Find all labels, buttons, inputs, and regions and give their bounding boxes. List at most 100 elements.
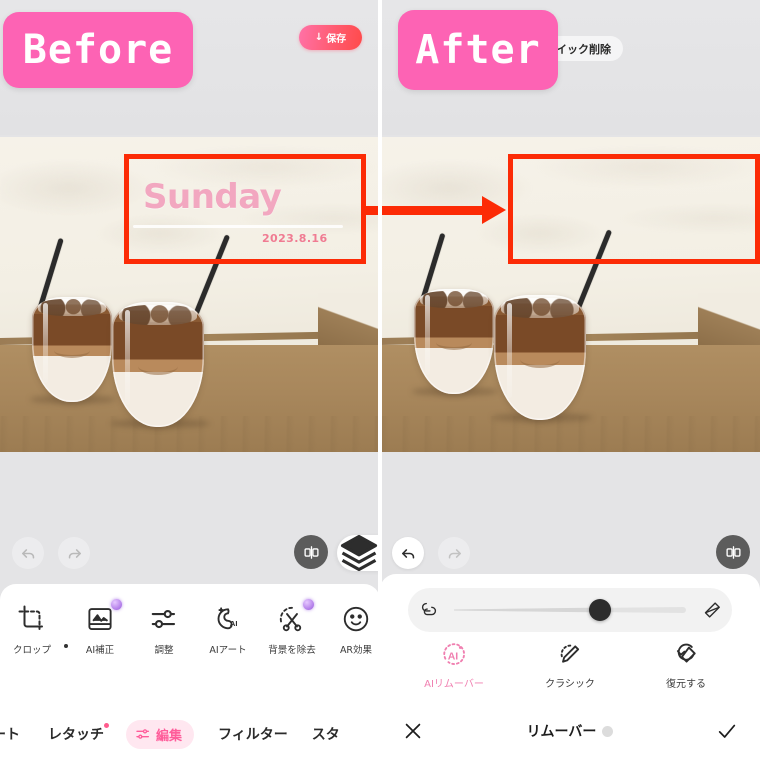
ai-badge — [111, 599, 122, 610]
tool-ai-enhance[interactable]: AI補正 — [68, 590, 132, 678]
eraser-icon[interactable] — [690, 599, 732, 621]
edit-sliders-icon — [136, 729, 149, 739]
glass-right-ice — [119, 304, 197, 325]
adjust-sliders-icon — [149, 604, 179, 634]
save-button-label: 保存 — [326, 34, 347, 45]
mode-classic-label: クラシック — [545, 679, 595, 690]
slider-thumb[interactable] — [588, 599, 611, 621]
tool-ai-art[interactable]: AI AIアート — [196, 590, 260, 678]
compare-button[interactable] — [294, 535, 328, 569]
glass-right-swirl — [519, 350, 561, 368]
mode-restore[interactable]: 復元する — [649, 640, 723, 702]
nav-item-retouch-label: レタッチ — [48, 727, 104, 743]
undo-arrow-icon — [401, 548, 414, 559]
nav-item-filter[interactable]: フィルター — [218, 724, 288, 744]
ai-badge — [303, 599, 314, 610]
ai-art-icon: AI — [213, 604, 243, 634]
brush-size-slider[interactable] — [408, 588, 732, 632]
mode-ai-remover[interactable]: AI AIリムーバー — [417, 640, 491, 702]
remover-confirm-bar: リムーバー — [380, 714, 760, 748]
mode-ai-remover-label: AIリムーバー — [424, 679, 484, 690]
retouch-new-dot — [104, 723, 109, 728]
glass-left-swirl — [436, 335, 472, 350]
nav-item-filter-label: フィルター — [218, 727, 288, 743]
ar-effect-smiley-icon — [341, 604, 371, 634]
tool-ar-effect[interactable]: AR効果 — [324, 590, 380, 678]
nav-item-template-label: レート — [0, 727, 20, 743]
transition-arrow-head — [482, 196, 506, 224]
glass-left-ice — [38, 299, 106, 316]
after-panel: イック削除 AI AIリムーバー クラシック 復元する リムーバー — [380, 0, 760, 760]
info-dot-icon[interactable] — [602, 725, 614, 737]
remove-background-scissors-icon — [277, 599, 314, 634]
nav-item-sticker-label: スタ — [311, 727, 340, 743]
glass-left — [414, 289, 494, 394]
remover-bottom-sheet: AI AIリムーバー クラシック 復元する リムーバー — [380, 574, 760, 760]
nav-item-retouch[interactable]: レタッチ — [48, 723, 109, 744]
glass-right — [112, 302, 204, 427]
glass-right-shine — [124, 309, 130, 405]
undo-arrow-icon — [21, 548, 34, 559]
tool-crop[interactable]: クロップ — [0, 590, 64, 678]
redo-button[interactable] — [438, 537, 470, 569]
remover-title: リムーバー — [526, 724, 597, 740]
restore-brush-icon — [676, 643, 696, 663]
photo-table-corner — [698, 292, 760, 345]
glass-right-shine — [506, 302, 512, 398]
nav-item-template[interactable]: レート — [0, 724, 20, 744]
glass-left-swirl — [54, 343, 90, 358]
before-history-row — [0, 532, 380, 582]
remover-mode-strip[interactable]: AI AIリムーバー クラシック 復元する — [380, 640, 760, 702]
glass-left-body — [32, 297, 112, 402]
tool-ai-enhance-label: AI補正 — [85, 645, 115, 656]
redo-arrow-icon — [68, 548, 81, 559]
glass-left-ice — [420, 291, 488, 308]
remover-title-group: リムーバー — [527, 721, 614, 741]
slider-track[interactable] — [454, 599, 686, 621]
after-label-tag: After — [398, 10, 558, 90]
undo-button[interactable] — [12, 537, 44, 569]
slider-track-fill — [454, 607, 598, 613]
save-button[interactable]: ↓ 保存 — [299, 25, 362, 50]
glass-left-shine — [425, 295, 431, 376]
tool-ai-art-label: AIアート — [209, 645, 247, 656]
before-panel: ↓ 保存 Sunday 2023.8.16 クロップ AI補正 調整 AI AI… — [0, 0, 380, 760]
before-label-tag: Before — [3, 12, 193, 88]
compare-button[interactable] — [716, 535, 750, 569]
layers-button[interactable] — [337, 534, 380, 572]
compare-split-icon — [725, 545, 741, 559]
tool-crop-label: クロップ — [12, 645, 51, 656]
transition-arrow-line — [364, 206, 490, 215]
crop-icon — [17, 604, 47, 634]
check-icon[interactable] — [716, 720, 738, 742]
glass-right-ice — [501, 297, 579, 318]
glass-right-swirl — [137, 357, 179, 375]
glass-right — [494, 295, 586, 420]
download-arrow-icon: ↓ — [314, 31, 324, 43]
glass-right-body — [112, 302, 204, 427]
tool-remove-background[interactable]: 背景を除去 — [260, 590, 324, 678]
photo-table-corner — [318, 292, 380, 345]
svg-text:AI: AI — [230, 619, 238, 628]
ai-enhance-image-icon — [85, 599, 122, 634]
nav-item-edit[interactable]: 編集 — [126, 719, 195, 749]
classic-pencil-icon — [560, 644, 580, 663]
panel-divider — [378, 0, 382, 760]
glass-right-body — [494, 295, 586, 420]
undo-button[interactable] — [392, 537, 424, 569]
highlight-box-before — [124, 154, 366, 264]
close-x-icon[interactable] — [402, 720, 424, 742]
highlight-box-after — [508, 154, 760, 264]
mode-restore-label: 復元する — [666, 679, 706, 690]
bottom-nav[interactable]: レート レタッチ 編集 フィルター スタ — [0, 716, 380, 752]
layers-stack-icon — [340, 534, 378, 572]
tool-ar-effect-label: AR効果 — [339, 645, 373, 656]
nav-item-sticker[interactable]: スタ — [312, 724, 340, 744]
tool-adjust[interactable]: 調整 — [132, 590, 196, 678]
tool-remove-background-label: 背景を除去 — [268, 645, 316, 656]
redo-button[interactable] — [58, 537, 90, 569]
brush-size-icon[interactable] — [408, 599, 450, 621]
mode-classic[interactable]: クラシック — [533, 640, 607, 702]
edit-tools-strip[interactable]: クロップ AI補正 調整 AI AIアート 背景を除去 AR効果 — [0, 590, 380, 678]
before-bottom-sheet: クロップ AI補正 調整 AI AIアート 背景を除去 AR効果 ト レタッチ … — [0, 584, 380, 760]
